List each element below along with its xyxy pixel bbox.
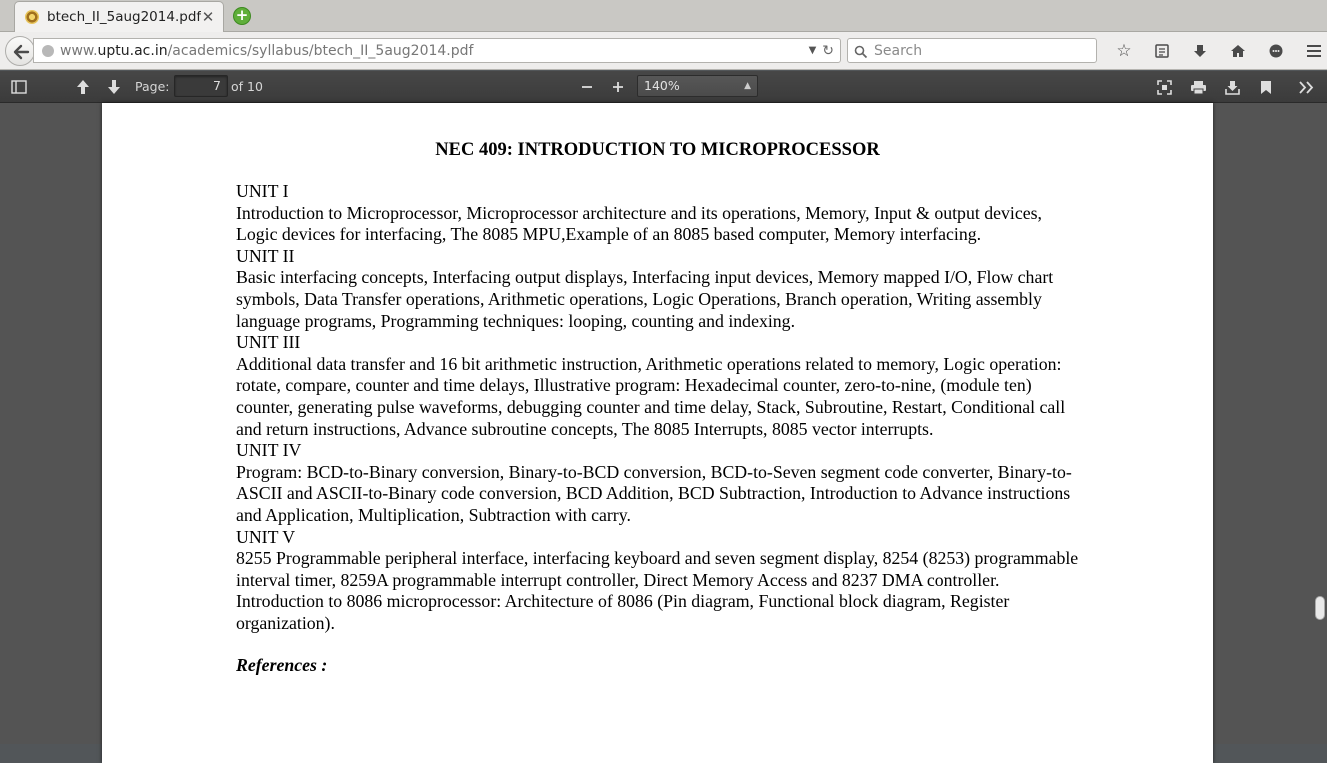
bookmark-star-icon[interactable]: ☆	[1105, 38, 1143, 64]
search-icon	[854, 44, 868, 58]
unit-heading: UNIT III	[236, 332, 301, 353]
unit-text: 8255 Programmable peripheral interface, …	[236, 548, 1079, 590]
download-icon[interactable]	[1221, 74, 1243, 100]
downloads-icon[interactable]	[1181, 38, 1219, 64]
url-bar[interactable]: www.uptu.ac.in/academics/syllabus/btech_…	[33, 38, 841, 63]
page-number-input[interactable]: 7	[174, 75, 228, 97]
references-heading: References :	[236, 655, 328, 676]
globe-icon	[42, 44, 54, 57]
sidebar-toggle-icon[interactable]	[8, 74, 30, 100]
page-label: Page:	[135, 79, 170, 94]
page-total: of 10	[231, 79, 263, 94]
pdf-page: NEC 409: INTRODUCTION TO MICROPROCESSOR …	[102, 103, 1213, 763]
back-button[interactable]	[5, 36, 35, 66]
unit-heading: UNIT IV	[236, 440, 302, 461]
bookmark-icon[interactable]	[1255, 74, 1277, 100]
home-icon[interactable]	[1219, 38, 1257, 64]
tools-menu-icon[interactable]	[1295, 74, 1317, 100]
document-title: NEC 409: INTRODUCTION TO MICROPROCESSOR	[435, 140, 880, 160]
new-tab-icon[interactable]: +	[233, 7, 251, 25]
unit-heading: UNIT II	[236, 245, 295, 266]
search-placeholder: Search	[874, 42, 923, 59]
print-icon[interactable]	[1187, 74, 1209, 100]
zoom-in-icon[interactable]	[607, 74, 629, 100]
previous-page-icon[interactable]	[72, 74, 94, 100]
chevron-updown-icon: ▲	[744, 81, 751, 91]
extra-paragraph: Introduction to 8086 microprocessor: Arc…	[236, 591, 1010, 633]
unit-text: Basic interfacing concepts, Interfacing …	[236, 267, 1054, 331]
unit-text: Program: BCD-to-Binary conversion, Binar…	[236, 461, 1072, 525]
url-dropdown-icon[interactable]: ▼	[809, 45, 817, 56]
close-tab-icon[interactable]: ✕	[201, 8, 215, 26]
site-favicon-icon	[25, 10, 39, 24]
zoom-select[interactable]: 140% ▲	[637, 75, 758, 97]
unit-text: Additional data transfer and 16 bit arit…	[236, 353, 1066, 439]
presentation-mode-icon[interactable]	[1153, 74, 1175, 100]
reading-list-icon[interactable]	[1143, 38, 1181, 64]
tab-strip: btech_II_5aug2014.pdf ✕ +	[0, 0, 1327, 32]
search-input[interactable]: Search	[847, 38, 1097, 63]
document-viewer[interactable]: NEC 409: INTRODUCTION TO MICROPROCESSOR …	[0, 103, 1327, 763]
browser-tab[interactable]: btech_II_5aug2014.pdf ✕	[14, 1, 224, 32]
url-text: www.uptu.ac.in/academics/syllabus/btech_…	[60, 42, 474, 59]
scrollbar-thumb[interactable]	[1315, 596, 1325, 620]
chat-icon[interactable]	[1257, 38, 1295, 64]
zoom-out-icon[interactable]	[576, 74, 598, 100]
back-arrow-icon	[13, 44, 30, 60]
nav-toolbar-icons: ☆	[1105, 38, 1327, 64]
unit-heading: UNIT I	[236, 181, 289, 201]
next-page-icon[interactable]	[103, 74, 125, 100]
tab-title: btech_II_5aug2014.pdf	[47, 9, 201, 25]
zoom-value: 140%	[644, 78, 680, 93]
unit-text: Introduction to Microprocessor, Micropro…	[236, 202, 1042, 245]
reload-icon[interactable]: ↻	[822, 43, 834, 59]
pdf-toolbar: Page: 7 of 10 140% ▲	[0, 71, 1327, 103]
navigation-bar: www.uptu.ac.in/academics/syllabus/btech_…	[0, 32, 1327, 70]
menu-icon[interactable]	[1295, 38, 1327, 64]
unit-heading: UNIT V	[236, 526, 296, 547]
document-body: UNIT I Introduction to Microprocessor, M…	[236, 181, 1086, 677]
